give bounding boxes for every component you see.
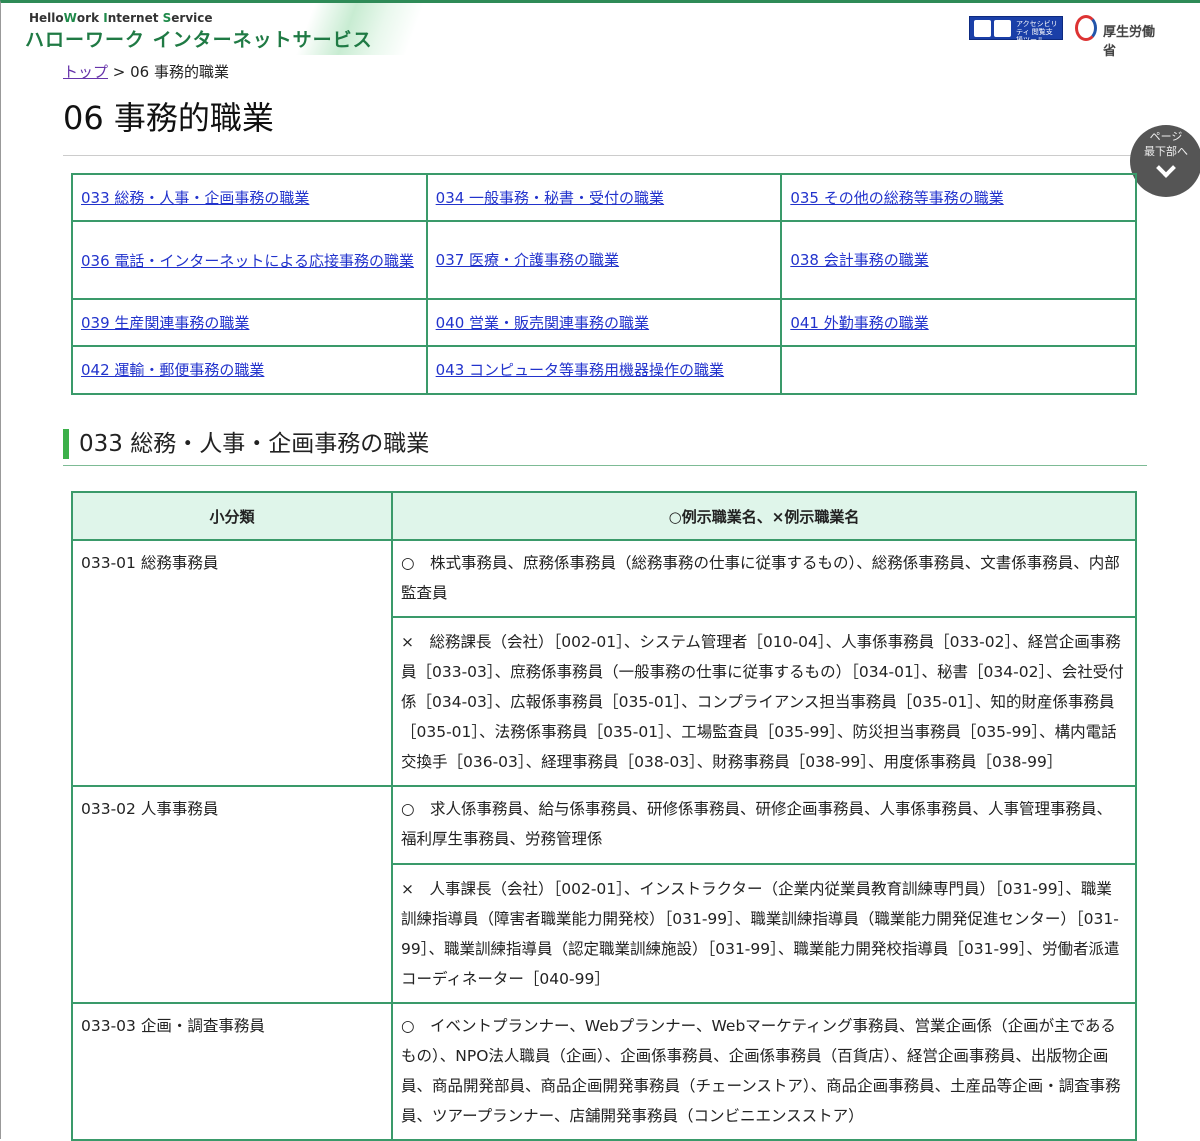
table-row: 033-01 総務事務員 ○ 株式事務員、庶務係事務員（総務事務の仕事に従事するも… [71,539,1137,787]
breadcrumb-top-link[interactable]: トップ [63,63,108,81]
chevron-down-icon [1156,158,1176,178]
example-yes: ○ 求人係事務員、給与係事務員、研修係事務員、研修企画事務員、人事係事務員、人事… [391,785,1137,865]
table-row: 033-02 人事事務員 ○ 求人係事務員、給与係事務員、研修係事務員、研修企画事… [71,785,1137,1004]
example-yes: ○ イベントプランナー、Webプランナー、Webマーケティング事務員、営業企画係… [391,1002,1137,1141]
mhlw-logo[interactable]: 厚生労働省 [1075,13,1165,59]
category-link[interactable]: 041 外勤事務の職業 [790,314,928,332]
speaker-icon [974,20,991,37]
example-yes: ○ 株式事務員、庶務係事務員（総務事務の仕事に従事するもの）、総務係事務員、文書… [391,539,1137,618]
category-link[interactable]: 033 総務・人事・企画事務の職業 [81,189,309,207]
category-link[interactable]: 036 電話・インターネットによる応接事務の職業 [81,252,414,270]
column-header: ○例示職業名、×例示職業名 [391,491,1137,541]
category-link[interactable]: 038 会計事務の職業 [790,251,928,269]
kana-icon [994,20,1011,37]
table-row: 033-03 企画・調査事務員 ○ イベントプランナー、Webプランナー、Webマ… [71,1002,1137,1141]
page-title: 06 事務的職業 [63,99,274,137]
category-link[interactable]: 037 医療・介護事務の職業 [436,251,619,269]
category-link[interactable]: 035 その他の総務等事務の職業 [790,189,1003,207]
category-links-table: 033 総務・人事・企画事務の職業 034 一般事務・秘書・受付の職業 035 その… [71,173,1137,395]
accessibility-tool-button[interactable]: アクセシビリティ 閲覧支援ツール [969,16,1063,44]
section-title: 033 総務・人事・企画事務の職業 [63,429,429,459]
brand-english: HelloWork Internet Service [29,11,213,25]
example-no: × 総務課長（会社）［002-01］、システム管理者［010-04］、人事係事務… [391,616,1137,787]
breadcrumb: トップ > 06 事務的職業 [63,63,229,81]
empty-cell [780,345,1137,395]
occupation-table: 小分類 ○例示職業名、×例示職業名 033-01 総務事務員 ○ 株式事務員、庶務係… [71,491,1137,1141]
category-link[interactable]: 039 生産関連事務の職業 [81,314,249,332]
example-no: × 人事課長（会社）［002-01］、インストラクター（企業内従業員教育訓練専門… [391,863,1137,1004]
divider [63,155,1147,156]
brand-logo[interactable]: ハローワーク インターネットサービス [25,25,373,52]
category-link[interactable]: 034 一般事務・秘書・受付の職業 [436,189,664,207]
category-link[interactable]: 043 コンピュータ等事務用機器操作の職業 [436,361,724,379]
site-header: HelloWork Internet Service ハローワーク インターネッ… [1,3,1200,59]
category-link[interactable]: 040 営業・販売関連事務の職業 [436,314,649,332]
scroll-to-bottom-button[interactable]: ページ 最下部へ [1130,125,1200,197]
category-link[interactable]: 042 運輸・郵便事務の職業 [81,361,264,379]
divider [63,465,1147,466]
mhlw-mark-icon [1075,15,1097,41]
column-header: 小分類 [71,491,393,541]
